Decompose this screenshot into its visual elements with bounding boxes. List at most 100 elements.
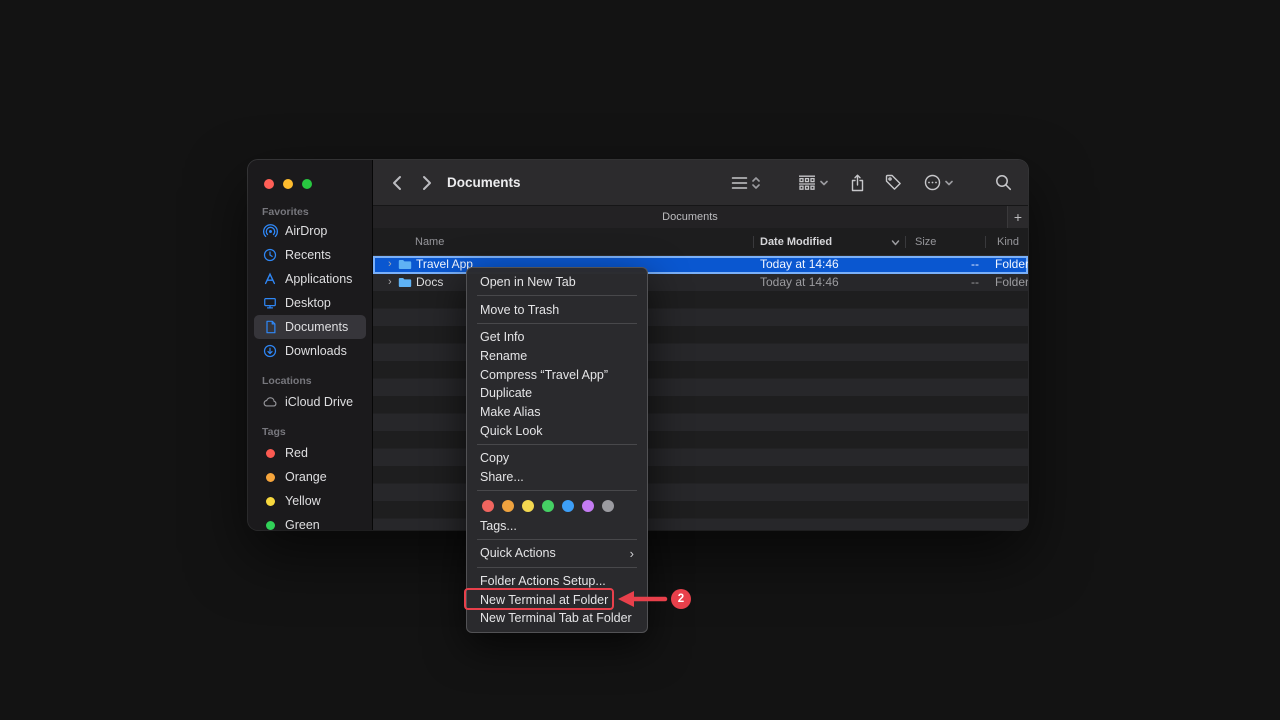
new-tab-button[interactable]: + xyxy=(1007,206,1028,228)
menu-item-make-alias[interactable]: Make Alias xyxy=(467,403,647,422)
folder-icon xyxy=(398,256,412,274)
airdrop-icon xyxy=(262,224,278,239)
column-headers: Name Date Modified Size Kind xyxy=(373,228,1028,256)
menu-item-tags[interactable]: Tags... xyxy=(467,516,647,535)
sidebar-item-label: Yellow xyxy=(285,494,321,508)
tag-icon[interactable] xyxy=(885,174,902,191)
sidebar-item-label: Orange xyxy=(285,470,327,484)
menu-item-share[interactable]: Share... xyxy=(467,468,647,487)
column-header-name[interactable]: Name xyxy=(415,228,444,256)
green-tag-icon xyxy=(262,521,278,530)
menu-separator xyxy=(477,295,637,296)
menu-item-quick-actions[interactable]: Quick Actions › xyxy=(467,544,647,563)
annotation-arrow-left-icon xyxy=(615,588,669,610)
tag-color-gray[interactable] xyxy=(602,500,614,512)
document-icon xyxy=(262,320,278,334)
cloud-icon xyxy=(262,396,278,408)
sidebar-item-label: Documents xyxy=(285,320,348,334)
menu-item-open-in-new-tab[interactable]: Open in New Tab xyxy=(467,273,647,292)
menu-separator xyxy=(477,444,637,445)
tag-color-orange[interactable] xyxy=(502,500,514,512)
sidebar-item-label: Green xyxy=(285,518,320,530)
file-name: Travel App xyxy=(416,256,473,274)
menu-item-compress[interactable]: Compress “Travel App” xyxy=(467,365,647,384)
sidebar: Favorites AirDrop Recents xyxy=(248,160,373,530)
minimize-window-button[interactable] xyxy=(283,179,293,189)
tag-color-yellow[interactable] xyxy=(522,500,534,512)
file-kind: Folder xyxy=(995,256,1028,274)
file-kind: Folder xyxy=(995,274,1028,292)
locations-section-label: Locations xyxy=(248,375,372,388)
sidebar-item-label: Desktop xyxy=(285,296,331,310)
menu-item-duplicate[interactable]: Duplicate xyxy=(467,384,647,403)
file-date: Today at 14:46 xyxy=(760,256,839,274)
sidebar-item-icloud-drive[interactable]: iCloud Drive xyxy=(254,390,366,414)
tag-color-green[interactable] xyxy=(542,500,554,512)
sidebar-item-tag-red[interactable]: Red xyxy=(254,441,366,465)
view-list-button[interactable] xyxy=(731,176,760,190)
sort-chevron-down-icon[interactable] xyxy=(891,229,900,257)
folder-icon xyxy=(398,274,412,292)
tab-bar: Documents + xyxy=(373,205,1028,228)
zoom-window-button[interactable] xyxy=(302,179,312,189)
sidebar-item-documents[interactable]: Documents xyxy=(254,315,366,339)
sidebar-item-label: Downloads xyxy=(285,344,347,358)
clock-icon xyxy=(262,248,278,262)
chevron-updown-icon xyxy=(752,176,760,190)
applications-icon xyxy=(262,272,278,286)
menu-item-copy[interactable]: Copy xyxy=(467,449,647,468)
traffic-lights xyxy=(248,160,372,189)
toolbar: Documents xyxy=(373,160,1028,205)
sidebar-item-label: AirDrop xyxy=(285,224,327,238)
sidebar-item-recents[interactable]: Recents xyxy=(254,243,366,267)
sidebar-item-tag-yellow[interactable]: Yellow xyxy=(254,489,366,513)
desktop-icon xyxy=(262,296,278,310)
desktop-background: Favorites AirDrop Recents xyxy=(0,0,1280,720)
back-button[interactable] xyxy=(385,175,409,191)
disclosure-chevron-icon[interactable]: › xyxy=(388,274,392,292)
sidebar-item-airdrop[interactable]: AirDrop xyxy=(254,219,366,243)
annotation-highlight-rect xyxy=(464,588,614,610)
download-icon xyxy=(262,344,278,358)
red-tag-icon xyxy=(262,449,278,458)
sidebar-item-downloads[interactable]: Downloads xyxy=(254,339,366,363)
sidebar-item-label: Applications xyxy=(285,272,352,286)
column-divider xyxy=(753,236,754,248)
column-divider xyxy=(905,236,906,248)
group-button[interactable] xyxy=(798,175,828,190)
file-name: Docs xyxy=(416,274,443,292)
menu-item-move-to-trash[interactable]: Move to Trash xyxy=(467,300,647,319)
column-header-size[interactable]: Size xyxy=(915,228,936,256)
sidebar-item-tag-green[interactable]: Green xyxy=(254,513,366,530)
file-size: -- xyxy=(953,274,979,292)
close-window-button[interactable] xyxy=(264,179,274,189)
toolbar-actions xyxy=(731,174,1012,192)
yellow-tag-icon xyxy=(262,497,278,506)
menu-item-new-terminal-tab-at-folder[interactable]: New Terminal Tab at Folder xyxy=(467,609,647,628)
column-header-date-modified[interactable]: Date Modified xyxy=(760,228,832,256)
tab-documents[interactable]: Documents xyxy=(373,206,1007,228)
search-icon[interactable] xyxy=(995,174,1012,191)
sidebar-item-label: Red xyxy=(285,446,308,460)
menu-separator xyxy=(477,490,637,491)
tag-color-purple[interactable] xyxy=(582,500,594,512)
more-button[interactable] xyxy=(924,174,953,191)
sidebar-item-tag-orange[interactable]: Orange xyxy=(254,465,366,489)
forward-button[interactable] xyxy=(415,175,439,191)
chevron-down-icon xyxy=(945,180,953,186)
menu-tag-color-row xyxy=(467,495,647,516)
tags-section-label: Tags xyxy=(248,426,372,439)
sidebar-item-desktop[interactable]: Desktop xyxy=(254,291,366,315)
share-icon[interactable] xyxy=(850,174,865,192)
sidebar-item-label: Recents xyxy=(285,248,331,262)
sidebar-item-applications[interactable]: Applications xyxy=(254,267,366,291)
tag-color-blue[interactable] xyxy=(562,500,574,512)
tag-color-red[interactable] xyxy=(482,500,494,512)
menu-item-rename[interactable]: Rename xyxy=(467,347,647,366)
column-header-kind[interactable]: Kind xyxy=(997,228,1019,256)
disclosure-chevron-icon[interactable]: › xyxy=(388,256,392,274)
menu-item-get-info[interactable]: Get Info xyxy=(467,328,647,347)
sidebar-item-label: iCloud Drive xyxy=(285,395,353,409)
menu-item-quick-look[interactable]: Quick Look xyxy=(467,421,647,440)
context-menu: Open in New Tab Move to Trash Get Info R… xyxy=(466,267,648,633)
